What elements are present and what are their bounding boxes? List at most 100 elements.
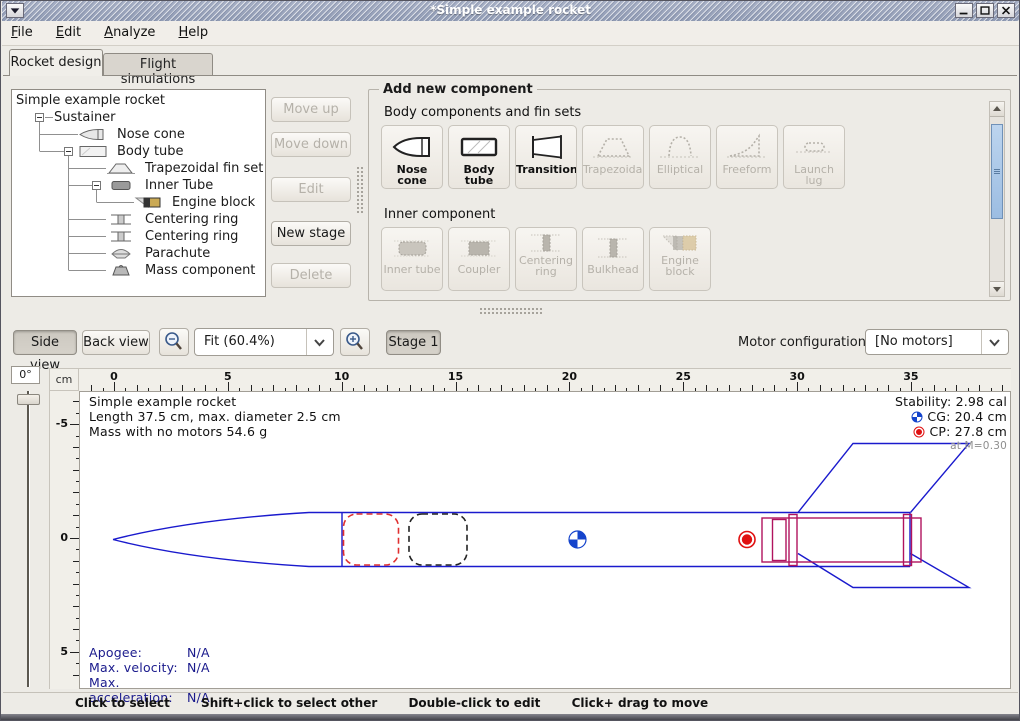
add-body-tube-button[interactable]: Body tube [448,125,510,189]
tree-label: Simple example rocket [16,93,165,108]
parachute-icon [106,247,138,260]
statusbar-divider [3,692,1018,693]
inner-tube-icon [389,233,435,263]
body-tube-icon [456,131,502,163]
tree-row-trapezoidal-fin-set[interactable]: Trapezoidal fin set [12,160,265,177]
add-transition-button[interactable]: Transition [515,125,577,189]
scrollbar-thumb[interactable] [991,124,1003,219]
ruler-label: 35 [903,370,918,383]
rocket-dimensions: Length 37.5 cm, max. diameter 2.5 cm [89,409,341,424]
rotation-angle-field[interactable]: 0° [11,366,40,384]
ruler-tick [70,538,79,539]
edit-button[interactable]: Edit [271,177,351,202]
horizontal-ruler: 05101520253035 [79,368,1011,391]
zoom-out-button[interactable] [159,328,189,356]
scroll-down-button[interactable] [990,281,1004,296]
add-freeform-fin-button[interactable]: Freeform [716,125,778,189]
engine-block-icon [657,232,703,254]
combo-arrow [306,329,333,355]
add-trapezoidal-fin-button[interactable]: Trapezoidal [582,125,644,189]
add-elliptical-fin-button[interactable]: Elliptical [649,125,711,189]
tree-row-rocket[interactable]: Simple example rocket [12,92,265,109]
tab-rocket-design[interactable]: Rocket design [9,49,103,76]
component-panel-scrollbar[interactable] [989,101,1005,297]
ruler-tick [797,382,798,391]
side-view-toggle[interactable]: Side view [13,330,77,355]
arrow-up-icon [990,102,1004,116]
new-stage-button[interactable]: New stage [271,221,351,246]
max-velocity-value: N/A [187,660,210,675]
cp-legend-icon [913,426,925,438]
add-nose-cone-button[interactable]: Nose cone [381,125,443,189]
title-bar[interactable]: *Simple example rocket [2,1,1019,21]
back-view-toggle[interactable]: Back view [82,330,150,355]
engine-block [773,520,787,561]
add-coupler-button[interactable]: Coupler [448,227,510,291]
delete-button[interactable]: Delete [271,263,351,288]
ruler-label: 0 [60,531,68,544]
nose-cone-icon [78,128,110,141]
tree-row-sustainer[interactable]: Sustainer [12,109,265,126]
zoom-in-icon [341,329,369,355]
add-inner-tube-button[interactable]: Inner tube [381,227,443,291]
rotation-slider-knob[interactable] [17,394,40,405]
ruler-unit-label: cm [49,368,79,391]
rotation-slider-track[interactable] [27,391,30,687]
minimize-button[interactable] [955,3,973,18]
hint-click-select: Click to select [75,696,170,710]
tree-label: Centering ring [145,212,238,227]
ruler-tick [70,652,79,653]
ruler-tick [70,424,79,425]
menu-edit[interactable]: Edit [47,22,90,40]
scroll-up-button[interactable] [990,102,1004,117]
horizontal-splitter-handle[interactable] [479,307,543,316]
tree-row-parachute[interactable]: Parachute [12,245,265,262]
menu-analyze[interactable]: Analyze [95,22,164,40]
bulkhead-icon [590,233,636,263]
vertical-ruler: -505 [49,391,79,689]
component-tree[interactable]: Simple example rocket Sustainer Nose con… [11,89,266,297]
add-centering-ring-button[interactable]: Centering ring [515,227,577,291]
cg-marker [569,531,586,548]
hint-shift-click: Shift+click to select other [201,696,377,710]
maximize-button[interactable] [976,3,994,18]
add-engine-block-button[interactable]: Engine block [649,227,711,291]
parachute-outline [344,514,399,565]
collapse-toggle-icon[interactable] [35,113,44,122]
move-up-button[interactable]: Move up [271,97,351,122]
tree-row-centering-ring-1[interactable]: Centering ring [12,211,265,228]
collapse-toggle-icon[interactable] [64,147,73,156]
add-bulkhead-button[interactable]: Bulkhead [582,227,644,291]
body-tube-icon [78,145,110,158]
tab-flight-simulations[interactable]: Flight simulations [103,53,213,76]
tree-row-nose-cone[interactable]: Nose cone [12,126,265,143]
ruler-tick [683,382,684,391]
tree-row-body-tube[interactable]: Body tube [12,143,265,160]
motor-configuration-select[interactable]: [No motors] [865,329,1009,355]
add-launch-lug-button[interactable]: Launch lug [783,125,845,189]
ruler-tick [456,382,457,391]
close-icon [998,4,1014,17]
fin-set-icon [106,162,138,175]
vertical-splitter-handle[interactable] [356,166,365,214]
minimize-icon [956,4,972,17]
tree-row-inner-tube[interactable]: Inner Tube [12,177,265,194]
tree-row-engine-block[interactable]: Engine block [12,194,265,211]
move-down-button[interactable]: Move down [271,132,351,157]
ruler-tick [569,382,570,391]
chevron-down-icon [307,329,332,355]
mass-component-icon [106,264,138,277]
ruler-label: 0 [110,370,118,383]
menu-help[interactable]: Help [170,22,218,40]
zoom-in-button[interactable] [340,328,370,356]
close-button[interactable] [997,3,1015,18]
tree-row-centering-ring-2[interactable]: Centering ring [12,228,265,245]
tree-row-mass-component[interactable]: Mass component [12,262,265,279]
menu-file[interactable]: File [2,22,42,40]
ruler-tick [228,382,229,391]
ruler-tick [911,382,912,391]
zoom-level-select[interactable]: Fit (60.4%) [194,328,334,356]
tree-label: Inner Tube [145,178,213,193]
stage-1-toggle[interactable]: Stage 1 [386,330,441,355]
collapse-toggle-icon[interactable] [92,181,101,190]
